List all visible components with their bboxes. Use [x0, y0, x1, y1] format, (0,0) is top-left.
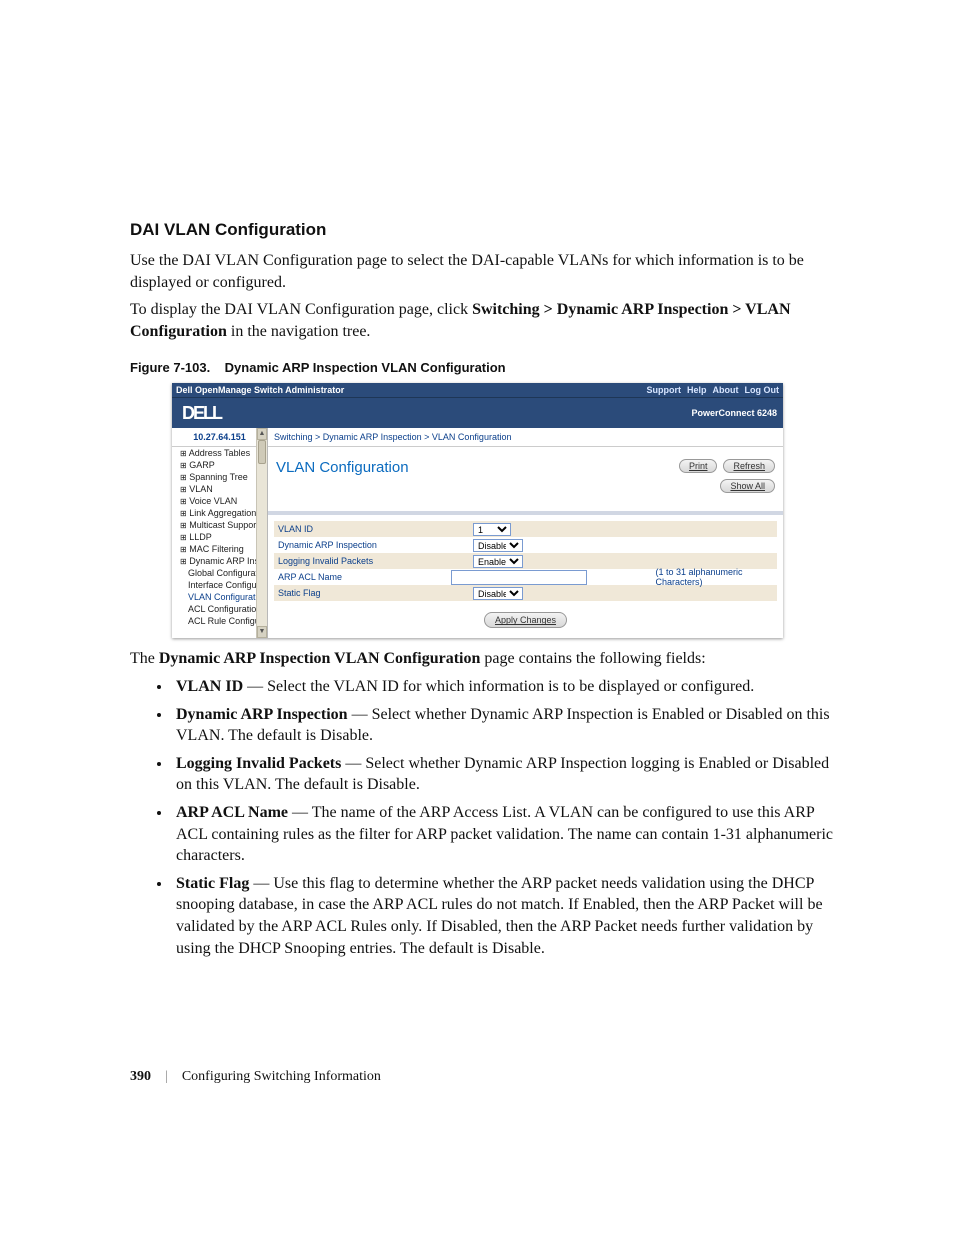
- form-select[interactable]: Disable: [473, 539, 523, 552]
- field-description-item: Logging Invalid Packets — Select whether…: [172, 753, 839, 796]
- intro2-suffix: in the navigation tree.: [231, 323, 371, 340]
- dell-logo: DELL: [172, 403, 691, 424]
- form-label: ARP ACL Name: [274, 572, 451, 582]
- toplink-help[interactable]: Help: [687, 385, 707, 395]
- scroll-up-icon[interactable]: ▲: [257, 428, 267, 440]
- panel-title: VLAN Configuration: [276, 459, 679, 476]
- after-intro: The Dynamic ARP Inspection VLAN Configur…: [130, 648, 839, 670]
- nav-subitem[interactable]: ACL Configuratio: [172, 603, 267, 615]
- nav-item[interactable]: ⊞ Link Aggregation: [172, 507, 267, 519]
- field-description-item: VLAN ID — Select the VLAN ID for which i…: [172, 676, 839, 698]
- nav-item[interactable]: ⊞ LLDP: [172, 531, 267, 543]
- intro-paragraph-1: Use the DAI VLAN Configuration page to s…: [130, 250, 839, 293]
- nav-item[interactable]: ⊞ Multicast Support: [172, 519, 267, 531]
- nav-subitem[interactable]: VLAN Configurat: [172, 591, 267, 603]
- field-desc: — Use this flag to determine whether the…: [176, 875, 823, 957]
- nav-subitem[interactable]: ACL Rule Configu: [172, 615, 267, 627]
- field-desc: — Select the VLAN ID for which informati…: [243, 678, 754, 695]
- print-button[interactable]: Print: [679, 459, 718, 473]
- field-description-item: Static Flag — Use this flag to determine…: [172, 873, 839, 959]
- breadcrumb: Switching > Dynamic ARP Inspection > VLA…: [268, 428, 783, 447]
- form-hint: (1 to 31 alphanumeric Characters): [651, 567, 777, 587]
- footer-section-title: Configuring Switching Information: [182, 1069, 381, 1085]
- page-number: 390: [130, 1069, 151, 1085]
- nav-item[interactable]: ⊞ GARP: [172, 459, 267, 471]
- form-label: Dynamic ARP Inspection: [274, 540, 473, 550]
- figure-number: Figure 7-103.: [130, 360, 210, 375]
- form-row: Dynamic ARP InspectionDisable: [274, 537, 777, 553]
- figure-title: Dynamic ARP Inspection VLAN Configuratio…: [225, 360, 506, 375]
- field-term: Dynamic ARP Inspection: [176, 706, 348, 723]
- show-all-button[interactable]: Show All: [720, 479, 775, 493]
- field-term: Static Flag: [176, 875, 249, 892]
- page-footer: 390 | Configuring Switching Information: [130, 1069, 381, 1085]
- apply-changes-button[interactable]: Apply Changes: [484, 612, 567, 628]
- toplink-log-out[interactable]: Log Out: [745, 385, 780, 395]
- toplink-about[interactable]: About: [713, 385, 739, 395]
- embedded-screenshot: Dell OpenManage Switch Administrator Sup…: [172, 383, 783, 638]
- scroll-down-icon[interactable]: ▼: [257, 626, 267, 638]
- footer-separator: |: [165, 1069, 168, 1085]
- after-prefix: The: [130, 650, 159, 667]
- document-page: DAI VLAN Configuration Use the DAI VLAN …: [0, 0, 954, 1235]
- after-suffix: page contains the following fields:: [484, 650, 705, 667]
- nav-item[interactable]: ⊞ Address Tables: [172, 447, 267, 459]
- form-area: VLAN ID1Dynamic ARP InspectionDisableLog…: [268, 511, 783, 637]
- logo-band: DELL PowerConnect 6248: [172, 397, 783, 428]
- field-term: ARP ACL Name: [176, 804, 288, 821]
- form-label: Logging Invalid Packets: [274, 556, 473, 566]
- nav-item[interactable]: ⊞ MAC Filtering: [172, 543, 267, 555]
- form-select[interactable]: 1: [473, 523, 511, 536]
- nav-tree: 10.27.64.151 ⊞ Address Tables⊞ GARP⊞ Spa…: [172, 428, 268, 638]
- panel-header: VLAN Configuration Print Refresh Show Al…: [268, 447, 783, 511]
- field-term: VLAN ID: [176, 678, 243, 695]
- nav-item[interactable]: ⊞ Dynamic ARP Inspe: [172, 555, 267, 567]
- toplink-support[interactable]: Support: [646, 385, 681, 395]
- intro2-prefix: To display the DAI VLAN Configuration pa…: [130, 301, 472, 318]
- nav-subitem[interactable]: Interface Configu: [172, 579, 267, 591]
- field-description-item: ARP ACL Name — The name of the ARP Acces…: [172, 802, 839, 867]
- nav-item[interactable]: ⊞ Spanning Tree: [172, 471, 267, 483]
- intro-paragraph-2: To display the DAI VLAN Configuration pa…: [130, 299, 839, 342]
- device-model: PowerConnect 6248: [691, 408, 783, 418]
- app-topbar: Dell OpenManage Switch Administrator Sup…: [172, 383, 783, 397]
- form-row: VLAN ID1: [274, 521, 777, 537]
- app-title: Dell OpenManage Switch Administrator: [176, 385, 640, 395]
- nav-item[interactable]: ⊞ Voice VLAN: [172, 495, 267, 507]
- form-input[interactable]: [451, 570, 587, 585]
- form-row: Static FlagDisable: [274, 585, 777, 601]
- form-label: Static Flag: [274, 588, 473, 598]
- form-label: VLAN ID: [274, 524, 473, 534]
- form-select[interactable]: Disable: [473, 587, 523, 600]
- form-row: ARP ACL Name (1 to 31 alphanumeric Charac…: [274, 569, 777, 585]
- nav-item[interactable]: ⊞ VLAN: [172, 483, 267, 495]
- refresh-button[interactable]: Refresh: [723, 459, 775, 473]
- figure-caption: Figure 7-103. Dynamic ARP Inspection VLA…: [130, 360, 839, 375]
- scroll-thumb[interactable]: [258, 440, 266, 464]
- field-description-item: Dynamic ARP Inspection — Select whether …: [172, 704, 839, 747]
- device-ip: 10.27.64.151: [172, 428, 267, 447]
- field-descriptions: VLAN ID — Select the VLAN ID for which i…: [130, 676, 839, 959]
- form-select[interactable]: Enable: [473, 555, 523, 568]
- nav-scrollbar[interactable]: ▲ ▼: [256, 428, 267, 638]
- after-bold: Dynamic ARP Inspection VLAN Configuratio…: [159, 650, 481, 667]
- field-term: Logging Invalid Packets: [176, 755, 341, 772]
- nav-subitem[interactable]: Global Configurat: [172, 567, 267, 579]
- section-title: DAI VLAN Configuration: [130, 220, 839, 240]
